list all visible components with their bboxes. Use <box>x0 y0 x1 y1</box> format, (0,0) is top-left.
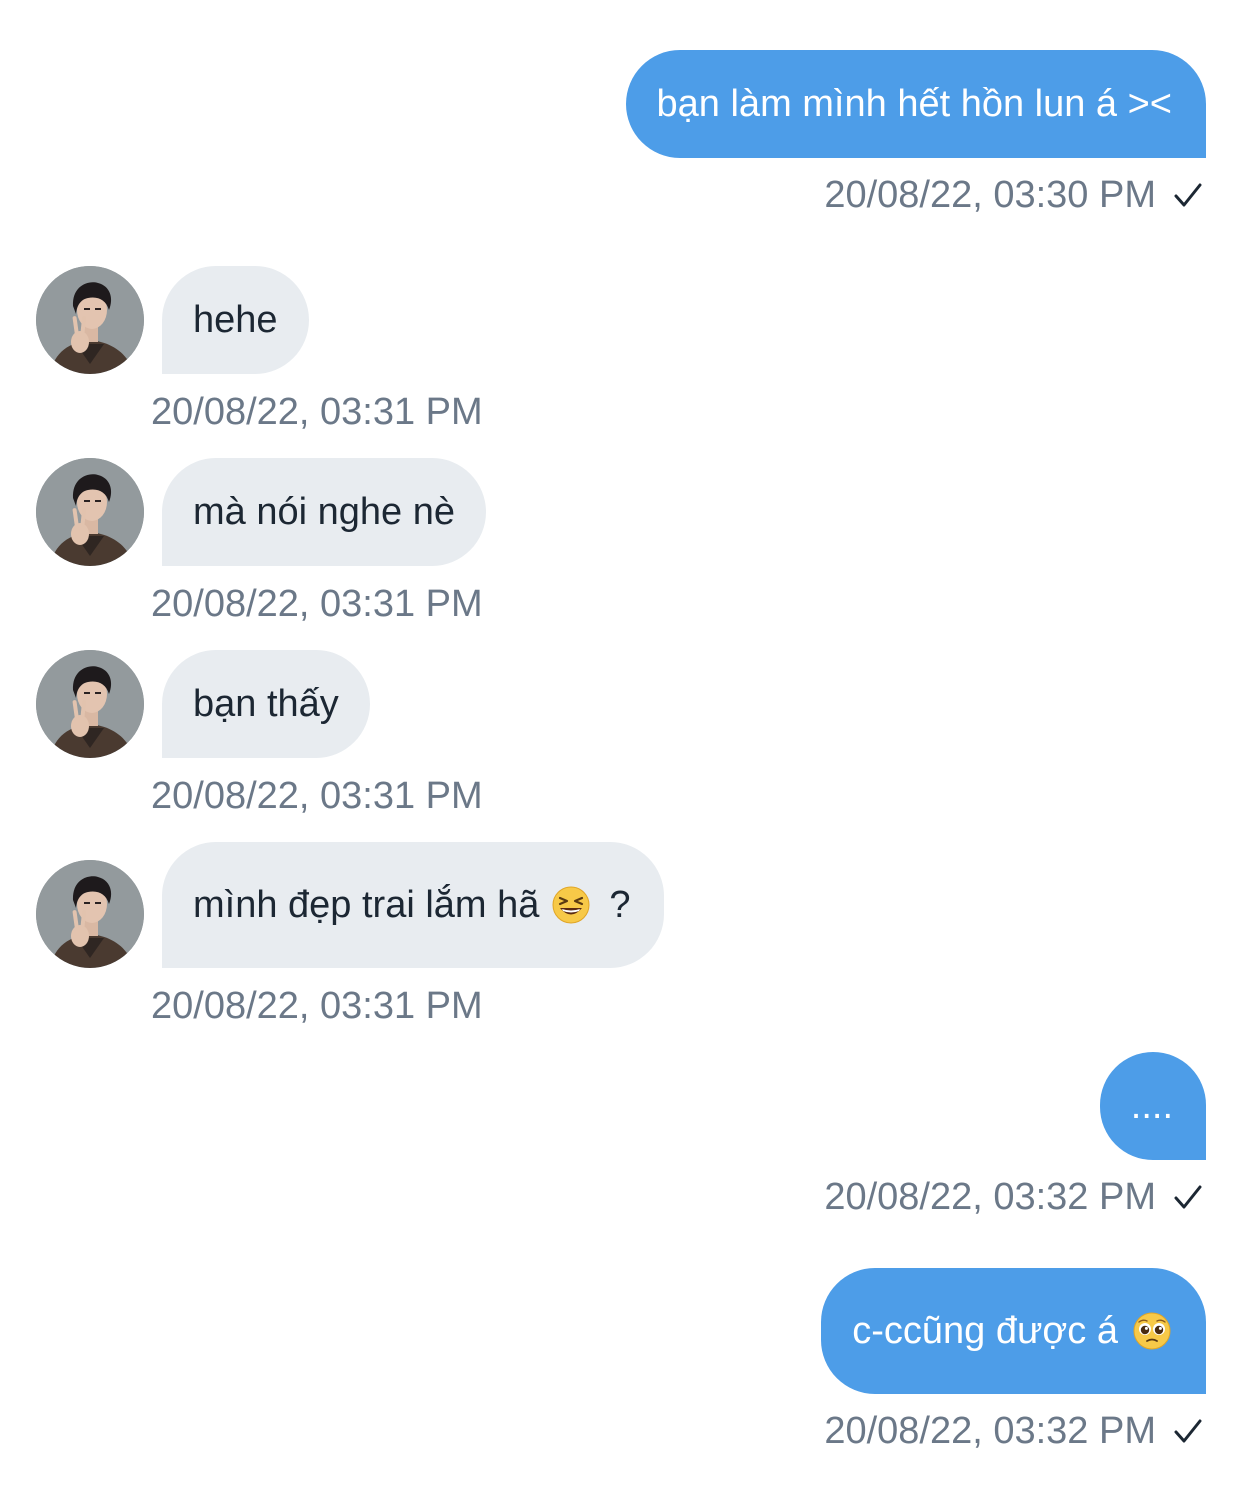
message-timestamp: 20/08/22, 03:32 PM <box>824 1176 1156 1218</box>
message-bubble-received[interactable]: mình đẹp trai lắm hã ? <box>162 842 664 968</box>
message-text: mình đẹp trai lắm hã <box>193 884 540 926</box>
message-bubble-received[interactable]: bạn thấy <box>162 650 370 758</box>
avatar[interactable] <box>36 650 144 758</box>
avatar[interactable] <box>36 266 144 374</box>
message-bubble-received[interactable]: mà nói nghe nè <box>162 458 486 566</box>
avatar-image <box>36 650 144 758</box>
check-icon <box>1174 1185 1202 1209</box>
avatar-image <box>36 458 144 566</box>
check-icon <box>1174 183 1202 207</box>
message-bubble-received[interactable]: hehe <box>162 266 309 374</box>
message-meta: 20/08/22, 03:32 PM <box>824 1178 1204 1216</box>
message-bubble-sent[interactable]: c-ccũng được á <box>821 1268 1206 1394</box>
message-meta: 20/08/22, 03:30 PM <box>824 176 1204 214</box>
check-icon <box>1174 1419 1202 1443</box>
avatar[interactable] <box>36 458 144 566</box>
message-meta: 20/08/22, 03:32 PM <box>824 1412 1204 1450</box>
message-bubble-sent[interactable]: .... <box>1099 1052 1206 1160</box>
avatar[interactable] <box>36 860 144 968</box>
message-text: bạn làm mình hết hồn lun á >< <box>656 83 1172 125</box>
message-timestamp: 20/08/22, 03:31 PM <box>151 391 483 433</box>
message-text-suffix: ? <box>609 884 631 926</box>
message-text: .... <box>1130 1085 1173 1127</box>
grinning-squinting-face-emoji <box>552 886 590 924</box>
avatar-image <box>36 860 144 968</box>
message-text: mà nói nghe nè <box>193 491 455 533</box>
message-timestamp: 20/08/22, 03:30 PM <box>824 174 1156 216</box>
message-text: c-ccũng được á <box>852 1310 1118 1352</box>
avatar-image <box>36 266 144 374</box>
pleading-face-emoji <box>1133 1312 1171 1350</box>
message-bubble-sent[interactable]: bạn làm mình hết hồn lun á >< <box>625 50 1206 158</box>
message-timestamp: 20/08/22, 03:31 PM <box>151 775 483 817</box>
message-timestamp: 20/08/22, 03:32 PM <box>824 1410 1156 1452</box>
message-timestamp: 20/08/22, 03:31 PM <box>151 583 483 625</box>
message-text: bạn thấy <box>193 683 339 725</box>
message-timestamp: 20/08/22, 03:31 PM <box>151 985 483 1027</box>
message-text: hehe <box>193 299 278 341</box>
